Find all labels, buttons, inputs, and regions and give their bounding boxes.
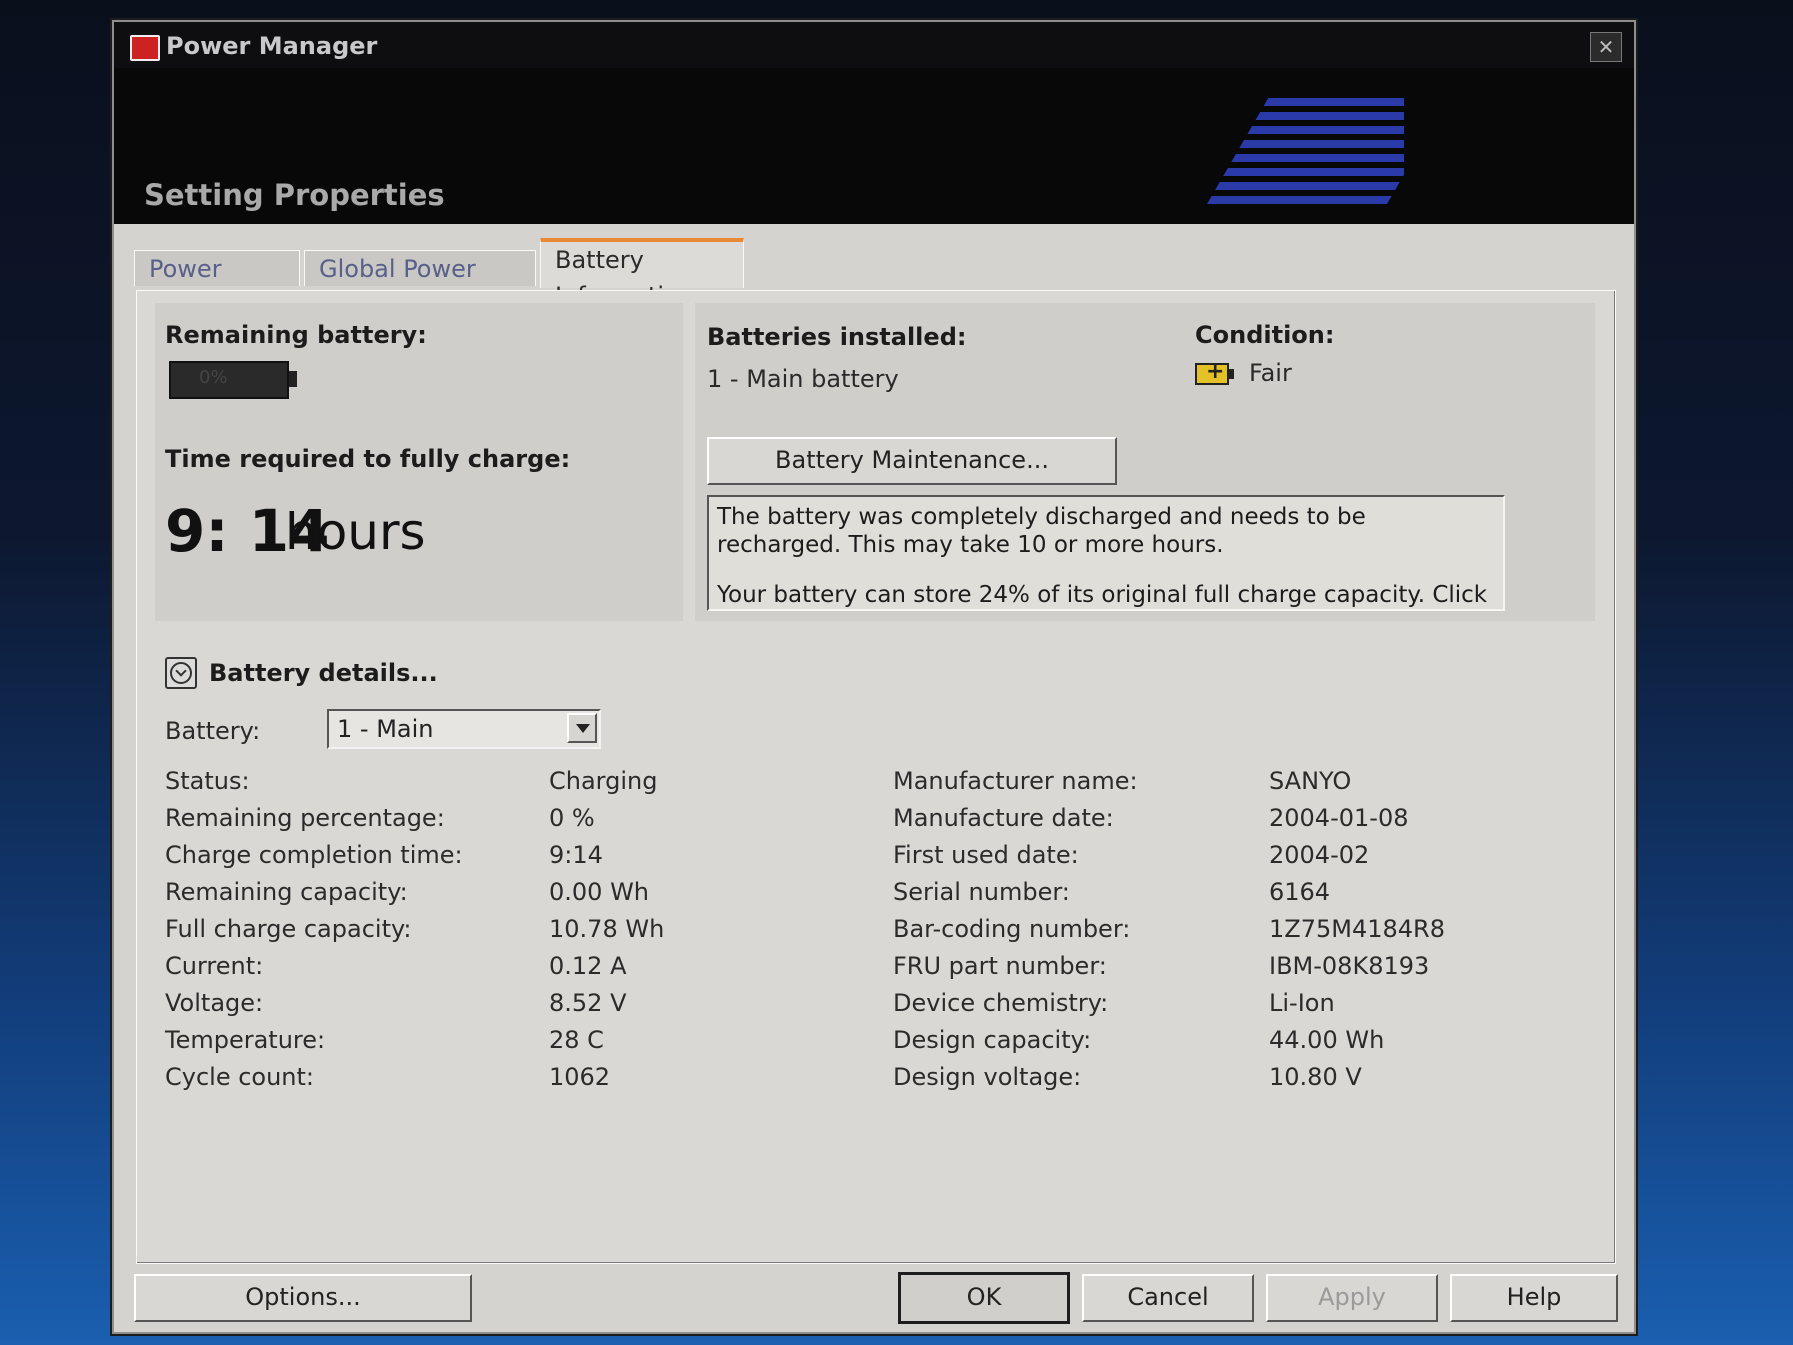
detail-label: Temperature: xyxy=(165,1026,326,1054)
condition-label: Condition: xyxy=(1195,321,1335,349)
detail-label: FRU part number: xyxy=(893,952,1107,980)
chevron-down-icon[interactable] xyxy=(567,713,597,743)
detail-label: Device chemistry: xyxy=(893,989,1109,1017)
power-manager-window: Power Manager ✕ Setting Properties Power… xyxy=(112,20,1636,1334)
apply-button[interactable]: Apply xyxy=(1266,1274,1438,1322)
power-manager-app-icon xyxy=(130,35,160,61)
charge-time-unit: hours xyxy=(285,503,426,561)
detail-label: Charge completion time: xyxy=(165,841,463,869)
tab-global-power-settings[interactable]: Global Power Settings xyxy=(304,250,536,319)
remaining-battery-gauge: 0% xyxy=(169,361,297,399)
detail-label: Bar-coding number: xyxy=(893,915,1131,943)
detail-value: 0 % xyxy=(549,804,595,832)
detail-label: Design capacity: xyxy=(893,1026,1092,1054)
battery-message-line-1: The battery was completely discharged an… xyxy=(717,504,1366,558)
battery-message-line-2: Your battery can store 24% of its origin… xyxy=(717,582,1488,608)
batteries-installed-value: 1 - Main battery xyxy=(707,365,899,393)
tab-battery-information[interactable]: Battery Information xyxy=(540,238,744,310)
detail-value: 0.12 A xyxy=(549,952,627,980)
battery-gauge-percent: 0% xyxy=(199,367,228,388)
title-bar[interactable]: Power Manager ✕ xyxy=(114,22,1634,69)
detail-label: Status: xyxy=(165,767,250,795)
tab-bar: Power Scheme Global Power Settings Batte… xyxy=(134,228,1614,319)
detail-value: 0.00 Wh xyxy=(549,878,650,906)
detail-label: Manufacturer name: xyxy=(893,767,1138,795)
header-title: Setting Properties xyxy=(144,178,445,212)
window-title: Power Manager xyxy=(166,32,378,60)
header-banner: Setting Properties xyxy=(114,68,1634,224)
detail-label: Serial number: xyxy=(893,878,1070,906)
condition-value: Fair xyxy=(1249,359,1292,387)
close-button[interactable]: ✕ xyxy=(1590,32,1622,62)
detail-value: 44.00 Wh xyxy=(1269,1026,1385,1054)
batteries-installed-section: Batteries installed: 1 - Main battery Co… xyxy=(695,303,1595,621)
detail-label: Voltage: xyxy=(165,989,264,1017)
charge-time-label: Time required to fully charge: xyxy=(165,445,571,473)
batteries-installed-label: Batteries installed: xyxy=(707,323,967,351)
cancel-button[interactable]: Cancel xyxy=(1082,1274,1254,1322)
detail-label: Remaining capacity: xyxy=(165,878,408,906)
detail-label: Current: xyxy=(165,952,264,980)
detail-value: SANYO xyxy=(1269,767,1352,795)
battery-plus-icon xyxy=(1195,359,1234,385)
detail-label: Cycle count: xyxy=(165,1063,315,1091)
battery-message-box[interactable]: The battery was completely discharged an… xyxy=(707,495,1505,611)
ibm-logo-icon xyxy=(1207,98,1404,204)
detail-value: 2004-01-08 xyxy=(1269,804,1409,832)
detail-value: 8.52 V xyxy=(549,989,627,1017)
detail-label: Manufacture date: xyxy=(893,804,1114,832)
battery-select-dropdown[interactable]: 1 - Main xyxy=(327,709,601,749)
remaining-battery-section: Remaining battery: 0% Time required to f… xyxy=(155,303,683,621)
detail-value: 6164 xyxy=(1269,878,1331,906)
battery-information-panel: Remaining battery: 0% Time required to f… xyxy=(136,290,1616,1264)
battery-select-label: Battery: xyxy=(165,717,261,745)
detail-value: 28 C xyxy=(549,1026,604,1054)
detail-value: Li-Ion xyxy=(1269,989,1335,1017)
detail-label: First used date: xyxy=(893,841,1079,869)
detail-value: 1Z75M4184R8 xyxy=(1269,915,1445,943)
battery-maintenance-button[interactable]: Battery Maintenance... xyxy=(707,437,1117,485)
detail-label: Full charge capacity: xyxy=(165,915,412,943)
detail-value: 9:14 xyxy=(549,841,603,869)
detail-value: 2004-02 xyxy=(1269,841,1370,869)
battery-details-title[interactable]: Battery details... xyxy=(209,659,438,687)
collapse-details-icon[interactable] xyxy=(165,657,197,689)
detail-value: 1062 xyxy=(549,1063,611,1091)
detail-value: IBM-08K8193 xyxy=(1269,952,1430,980)
detail-label: Design voltage: xyxy=(893,1063,1082,1091)
options-button[interactable]: Options... xyxy=(134,1274,472,1322)
detail-value: Charging xyxy=(549,767,658,795)
help-button[interactable]: Help xyxy=(1450,1274,1618,1322)
ok-button[interactable]: OK xyxy=(898,1272,1070,1324)
remaining-battery-label: Remaining battery: xyxy=(165,321,427,349)
tab-power-scheme[interactable]: Power Scheme xyxy=(134,250,300,319)
detail-label: Remaining percentage: xyxy=(165,804,445,832)
battery-select-value: 1 - Main xyxy=(337,715,434,743)
detail-value: 10.80 V xyxy=(1269,1063,1362,1091)
detail-value: 10.78 Wh xyxy=(549,915,665,943)
